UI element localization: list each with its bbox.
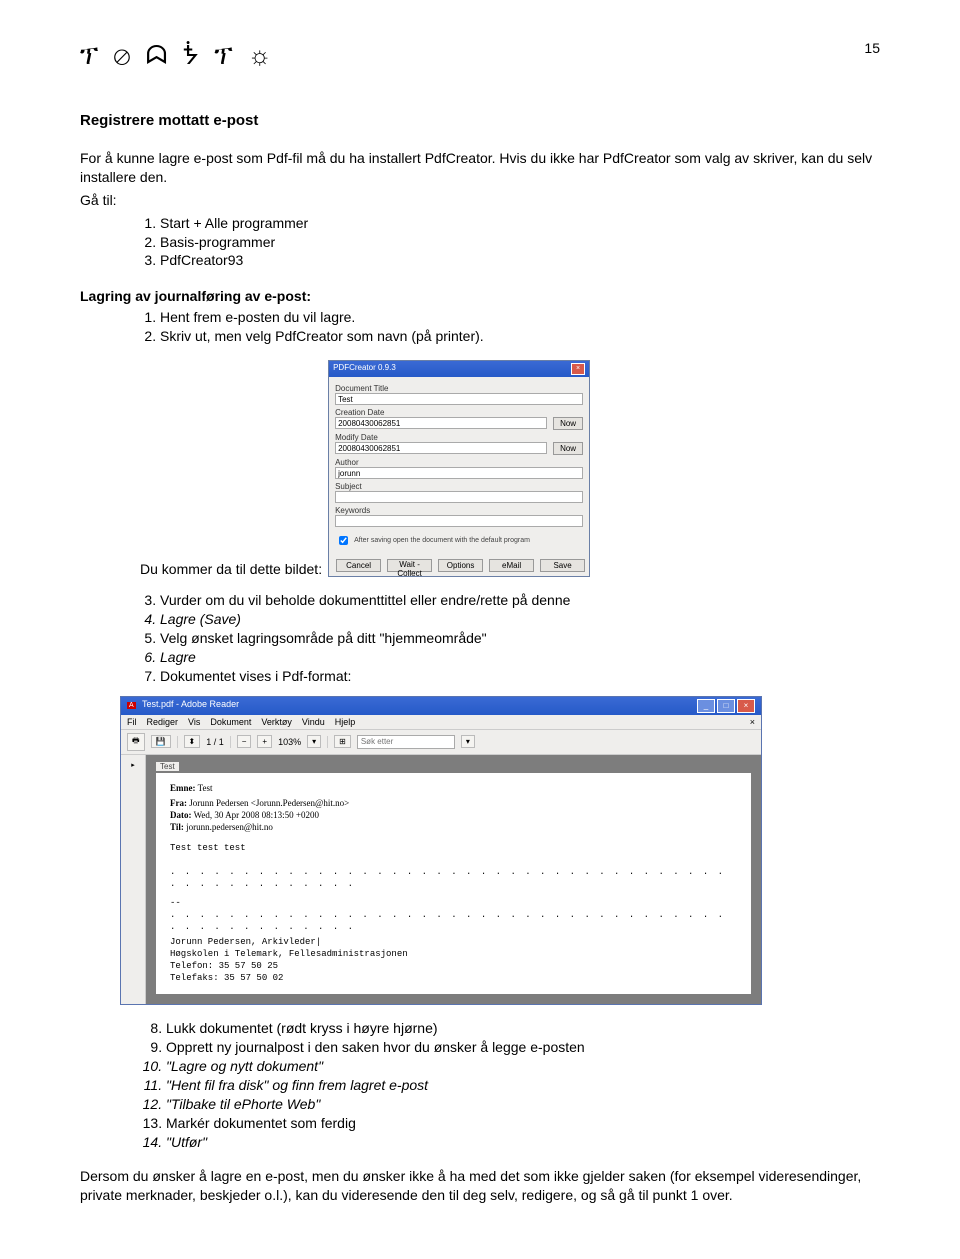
list-item: Hent frem e-posten du vil lagre. xyxy=(160,308,880,327)
email-from-label: Fra: xyxy=(170,798,187,808)
goto-list: Start + Alle programmer Basis-programmer… xyxy=(140,214,880,271)
creation-date-input[interactable] xyxy=(335,417,547,429)
sig-line: Høgskolen i Telemark, Fellesadministrasj… xyxy=(170,949,737,961)
tab-icon[interactable]: ▸ xyxy=(131,761,135,769)
zoom-in-icon[interactable]: + xyxy=(257,735,272,748)
menu-item[interactable]: Verktøy xyxy=(261,717,292,727)
section-heading: Registrere mottatt e-post xyxy=(80,112,880,129)
modify-date-input[interactable] xyxy=(335,442,547,454)
email-from: Jorunn Pedersen <Jorunn.Pedersen@hit.no> xyxy=(189,798,349,808)
steps-list-3: Lukk dokumentet (rødt kryss i høyre hjør… xyxy=(140,1019,880,1151)
page-number: 15 xyxy=(864,40,880,56)
close-icon[interactable]: × xyxy=(571,363,585,375)
list-item: Start + Alle programmer xyxy=(160,214,880,233)
menu-item[interactable]: Rediger xyxy=(147,717,179,727)
pdf-icon: A xyxy=(127,702,136,709)
dialog-title: PDFCreator 0.9.3 xyxy=(333,363,396,375)
doc-title-input[interactable] xyxy=(335,393,583,405)
subject-input[interactable] xyxy=(335,491,583,503)
save-button[interactable]: Save xyxy=(540,559,585,572)
field-label: Subject xyxy=(335,482,583,491)
menu-item[interactable]: Hjelp xyxy=(335,717,356,727)
adobe-reader-window: A Test.pdf - Adobe Reader _ □ × Fil Redi… xyxy=(120,696,762,1006)
email-subject: Test xyxy=(198,783,213,793)
sig-line: Telefon: 35 57 50 25 xyxy=(170,961,737,973)
email-date: Wed, 30 Apr 2008 08:13:50 +0200 xyxy=(194,810,319,820)
sig-sep: -- xyxy=(170,898,737,910)
zoom-level: 103% xyxy=(278,737,301,747)
fit-icon[interactable]: ⊞ xyxy=(334,735,351,748)
steps-list-2: Vurder om du vil beholde dokumenttittel … xyxy=(140,591,880,685)
now-button[interactable]: Now xyxy=(553,442,583,455)
print-icon[interactable]: 🖶 xyxy=(127,733,145,751)
cancel-button[interactable]: Cancel xyxy=(336,559,381,572)
email-date-label: Dato: xyxy=(170,810,192,820)
list-item: Lukk dokumentet (rødt kryss i høyre hjør… xyxy=(166,1019,880,1038)
subheading: Lagring av journalføring av e-post: xyxy=(80,288,880,304)
search-input[interactable] xyxy=(357,735,455,749)
email-body: Test test test xyxy=(170,843,737,855)
menu-item[interactable]: Dokument xyxy=(210,717,251,727)
menu-item[interactable]: Vis xyxy=(188,717,200,727)
page-indicator: 1 / 1 xyxy=(206,737,224,747)
header-glyph-art: ፕ ⊘ ᗣ ᖭ ፕ ☼ xyxy=(80,40,276,72)
list-item: Basis-programmer xyxy=(160,233,880,252)
email-to: jorunn.pedersen@hit.no xyxy=(186,822,273,832)
email-subject-label: Emne: xyxy=(170,783,196,793)
list-item: Lagre xyxy=(160,648,880,667)
minimize-icon[interactable]: _ xyxy=(697,699,715,713)
list-item: Dokumentet vises i Pdf-format: xyxy=(160,667,880,686)
email-button[interactable]: eMail xyxy=(489,559,534,572)
options-button[interactable]: Options xyxy=(438,559,483,572)
list-item: Lagre (Save) xyxy=(160,610,880,629)
sidebar-tabs[interactable]: ▸ xyxy=(121,755,146,1005)
sig-line: Telefaks: 35 57 50 02 xyxy=(170,973,737,985)
steps-list-1: Hent frem e-posten du vil lagre. Skriv u… xyxy=(140,308,880,346)
close-icon[interactable]: × xyxy=(737,699,755,713)
field-label: Modify Date xyxy=(335,433,583,442)
menu-item[interactable]: Vindu xyxy=(302,717,325,727)
field-label: Document Title xyxy=(335,384,583,393)
intro-text: For å kunne lagre e-post som Pdf-fil må … xyxy=(80,149,880,187)
field-label: Author xyxy=(335,458,583,467)
email-to-label: Til: xyxy=(170,822,184,832)
field-label: Creation Date xyxy=(335,408,583,417)
pdf-document: Emne: Test Fra: Jorunn Pedersen <Jorunn.… xyxy=(156,773,751,995)
list-item: Velg ønsket lagringsområde på ditt "hjem… xyxy=(160,629,880,648)
list-item: PdfCreator93 xyxy=(160,251,880,270)
list-item: "Tilbake til ePhorte Web" xyxy=(166,1095,880,1114)
list-item: "Hent fil fra disk" og finn frem lagret … xyxy=(166,1076,880,1095)
window-title: Test.pdf - Adobe Reader xyxy=(142,699,239,709)
maximize-icon[interactable]: □ xyxy=(717,699,735,713)
save-icon[interactable]: 💾 xyxy=(151,735,171,748)
search-dropdown-icon[interactable]: ▾ xyxy=(461,735,475,748)
zoom-out-icon[interactable]: − xyxy=(237,735,252,748)
field-label: Keywords xyxy=(335,506,583,515)
toolbar: 🖶 💾 ⬍ 1 / 1 − + 103% ▾ ⊞ ▾ xyxy=(121,730,761,755)
wait-collect-button[interactable]: Wait - Collect xyxy=(387,559,432,572)
list-item: "Utfør" xyxy=(166,1133,880,1152)
author-input[interactable] xyxy=(335,467,583,479)
dialog-caption: Du kommer da til dette bildet: xyxy=(140,561,322,577)
now-button[interactable]: Now xyxy=(553,417,583,430)
pdfcreator-dialog: PDFCreator 0.9.3 × Document Title Creati… xyxy=(328,360,590,577)
tab-label[interactable]: Test xyxy=(156,762,179,771)
sig-line: Jorunn Pedersen, Arkivleder| xyxy=(170,937,737,949)
open-after-save-checkbox[interactable] xyxy=(339,536,348,545)
list-item: "Lagre og nytt dokument" xyxy=(166,1057,880,1076)
checkbox-label: After saving open the document with the … xyxy=(354,537,530,544)
list-item: Skriv ut, men velg PdfCreator som navn (… xyxy=(160,327,880,346)
menu-item[interactable]: Fil xyxy=(127,717,137,727)
keywords-input[interactable] xyxy=(335,515,583,527)
goto-label: Gå til: xyxy=(80,191,880,210)
list-item: Vurder om du vil beholde dokumenttittel … xyxy=(160,591,880,610)
page-nav-icon[interactable]: ⬍ xyxy=(184,735,201,748)
menu-bar: Fil Rediger Vis Dokument Verktøy Vindu H… xyxy=(121,715,761,730)
list-item: Opprett ny journalpost i den saken hvor … xyxy=(166,1038,880,1057)
dropdown-icon[interactable]: ▾ xyxy=(307,735,321,748)
closing-paragraph: Dersom du ønsker å lagre en e-post, men … xyxy=(80,1167,880,1205)
